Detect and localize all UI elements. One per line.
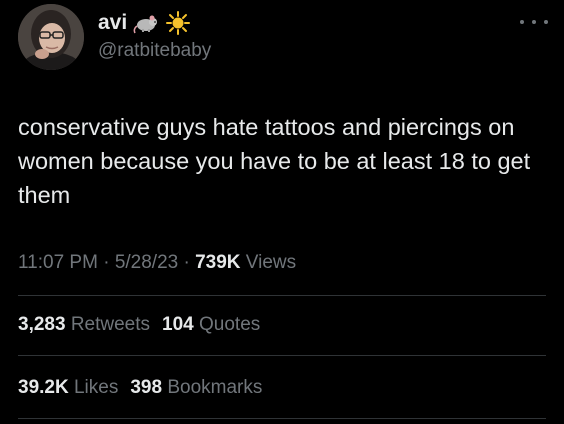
dot: [544, 20, 548, 24]
retweets-count: 3,283: [18, 314, 66, 335]
display-name[interactable]: avi: [98, 11, 127, 35]
divider: [18, 355, 546, 356]
tweet-date[interactable]: 5/28/23: [115, 252, 178, 273]
retweets-label: Retweets: [65, 314, 151, 335]
engagement-row-1: 3,283 Retweets 104 Quotes: [18, 314, 260, 336]
more-options-icon[interactable]: [520, 14, 548, 30]
tweet-meta: 11:07 PM · 5/28/23 · 739K Views: [18, 252, 296, 274]
display-name-row: avi: [98, 8, 211, 38]
dot: [520, 20, 524, 24]
meta-separator: ·: [178, 252, 196, 273]
views-count: 739K: [195, 252, 241, 273]
divider: [18, 418, 546, 419]
engagement-row-2: 39.2K Likes 398 Bookmarks: [18, 377, 262, 399]
bookmarks-label: Bookmarks: [162, 377, 263, 398]
dot: [532, 20, 536, 24]
likes-count: 39.2K: [18, 377, 69, 398]
quotes-label: Quotes: [193, 314, 261, 335]
bookmarks-stat[interactable]: 398 Bookmarks: [130, 377, 262, 398]
user-names: avi @ratbitebaby: [98, 8, 211, 62]
tweet-text: conservative guys hate tattoos and pierc…: [18, 114, 531, 208]
quotes-stat[interactable]: 104 Quotes: [162, 314, 260, 335]
retweets-stat[interactable]: 3,283 Retweets: [18, 314, 150, 335]
bookmarks-count: 398: [130, 377, 163, 398]
sun-icon: [165, 11, 191, 35]
tweet-card: avi @ratbitebaby conservative guys hate …: [0, 0, 564, 424]
tweet-time[interactable]: 11:07 PM: [18, 252, 98, 273]
meta-separator: ·: [97, 252, 115, 273]
likes-stat[interactable]: 39.2K Likes: [18, 377, 118, 398]
tweet-header: avi @ratbitebaby: [18, 4, 552, 74]
rat-emoji-icon: [133, 11, 159, 35]
views-label: Views: [240, 252, 297, 273]
divider: [18, 295, 546, 296]
likes-label: Likes: [68, 377, 119, 398]
quotes-count: 104: [162, 314, 194, 335]
avatar[interactable]: [18, 4, 84, 70]
user-handle[interactable]: @ratbitebaby: [98, 40, 211, 62]
